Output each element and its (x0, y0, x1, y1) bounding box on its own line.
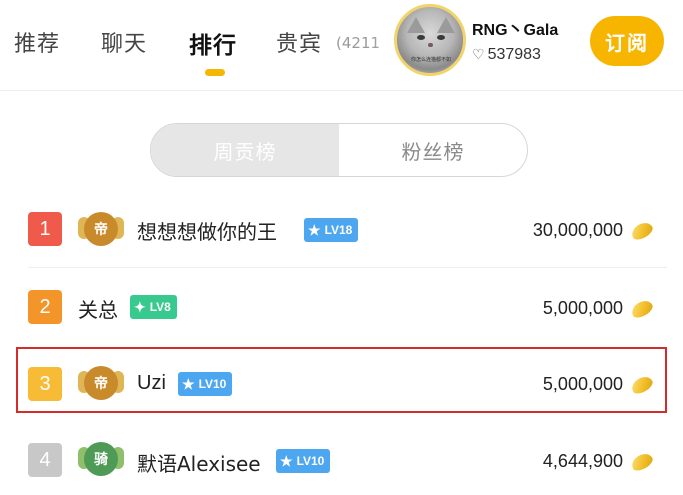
ranking-row-4[interactable]: 4 骑 默语Alexisee ★ LV10 4,644,900 (0, 422, 683, 495)
medal-core: 骑 (84, 442, 118, 476)
user-name[interactable]: 关总 (78, 294, 118, 323)
heart-outline-icon: ♡ (472, 46, 485, 62)
ranking-row-1[interactable]: 1 帝 想想想做你的王 ★ LV18 30,000,000 (0, 190, 683, 268)
gold-coin-icon (628, 450, 656, 474)
highlight-box (16, 347, 667, 413)
user-name[interactable]: 想想想做你的王 (137, 216, 277, 245)
sparkle-icon: ✦ (134, 299, 146, 315)
tab-chat[interactable]: 聊天 (101, 26, 147, 58)
ranking-type-switch: 周贡榜 粉丝榜 (150, 123, 528, 177)
fan-count-value: 537983 (487, 46, 541, 63)
vip-count: (4211 (336, 34, 381, 52)
segment-weekly-contribution[interactable]: 周贡榜 (151, 124, 339, 176)
level-tag: ✦ LV8 (130, 295, 177, 319)
level-text: LV10 (296, 454, 325, 468)
cat-eye-right (437, 35, 445, 40)
rank-badge: 1 (28, 212, 62, 246)
contribution-amount: 5,000,000 (542, 298, 623, 318)
cat-ear-right (437, 17, 455, 33)
level-text: LV8 (149, 300, 171, 314)
anchor-fan-count: ♡ 537983 (472, 46, 541, 64)
subscribe-button[interactable]: 订阅 (590, 16, 664, 66)
active-tab-indicator (205, 69, 225, 76)
anchor-avatar[interactable]: 你怎么连猫都不如 (394, 4, 466, 76)
rank-badge: 4 (28, 443, 62, 477)
anchor-info-card: 你怎么连猫都不如 RNG丶Gala ♡ 537983 订阅 (392, 2, 668, 78)
anchor-name: RNG丶Gala (472, 22, 559, 39)
segment-fans[interactable]: 粉丝榜 (339, 124, 527, 176)
gold-coin-icon (628, 297, 656, 321)
star-icon: ★ (308, 222, 321, 238)
tab-vip[interactable]: 贵宾 (276, 26, 322, 58)
tab-ranking[interactable]: 排行 (189, 26, 237, 60)
cat-nose (428, 43, 433, 47)
contribution-amount: 30,000,000 (532, 220, 623, 240)
level-text: LV18 (324, 223, 353, 237)
cat-ear-left (407, 17, 425, 33)
star-icon: ★ (280, 453, 293, 469)
header-divider (0, 90, 683, 91)
tab-recommend[interactable]: 推荐 (14, 26, 60, 58)
avatar-caption: 你怎么连猫都不如 (410, 57, 451, 63)
cat-eye-left (417, 35, 425, 40)
rank-badge: 2 (28, 290, 62, 324)
contribution-amount: 4,644,900 (542, 451, 623, 471)
medal-core: 帝 (84, 212, 118, 246)
user-name[interactable]: 默语Alexisee (137, 448, 261, 477)
ranking-row-2[interactable]: 2 关总 ✦ LV8 5,000,000 (0, 268, 683, 346)
level-tag: ★ LV18 (304, 218, 359, 242)
emperor-medal-icon: 帝 (78, 209, 124, 249)
level-tag: ★ LV10 (276, 449, 331, 473)
knight-medal-icon: 骑 (78, 439, 124, 479)
gold-coin-icon (628, 219, 656, 243)
